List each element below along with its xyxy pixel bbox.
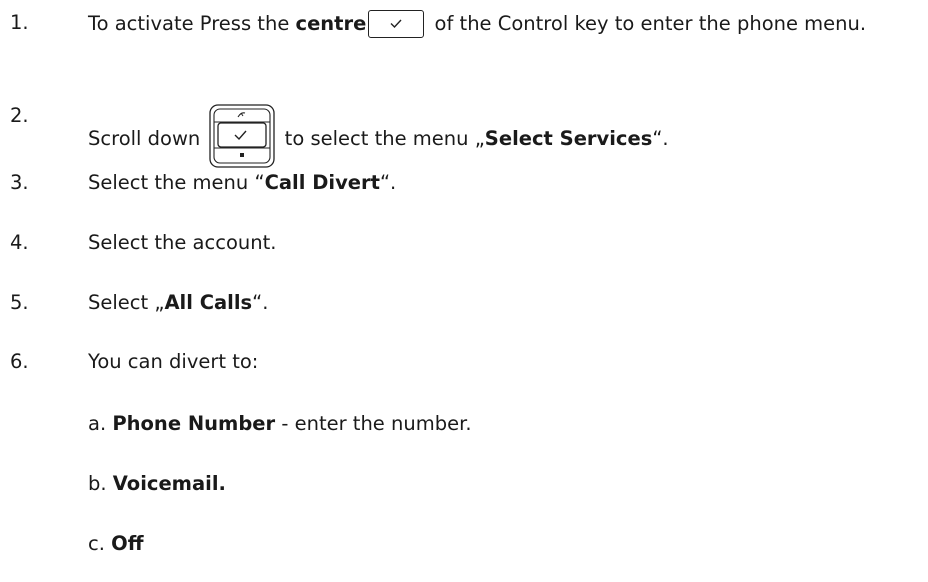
step-number: 2. [10,104,29,127]
step-number: 4. [10,231,29,254]
option-voicemail: b. Voicemail. [88,472,226,495]
step-emphasis: Call Divert [264,171,380,194]
step-number: 6. [10,350,29,373]
step-number: 3. [10,171,29,194]
option-off: c. Off [88,532,144,555]
step-number: 1. [10,11,29,34]
control-key-centre-icon [368,10,425,38]
step-text: Select the menu “Call Divert“. [88,171,397,194]
step-emphasis: centre [295,12,367,35]
step-text: Select „All Calls“. [88,291,269,314]
step-emphasis: All Calls [164,291,253,314]
step-emphasis: Select Services [484,127,653,150]
step-text: You can divert to: [88,350,259,373]
step-number: 5. [10,291,29,314]
option-phone-number: a. Phone Number - enter the number. [88,412,472,435]
step-text: To activate Press the centre of the Cont… [88,10,924,38]
navigation-key-icon [208,103,276,169]
step-text: Select the account. [88,231,277,254]
step-text: Scroll down to select the menu „Select S… [88,103,924,169]
